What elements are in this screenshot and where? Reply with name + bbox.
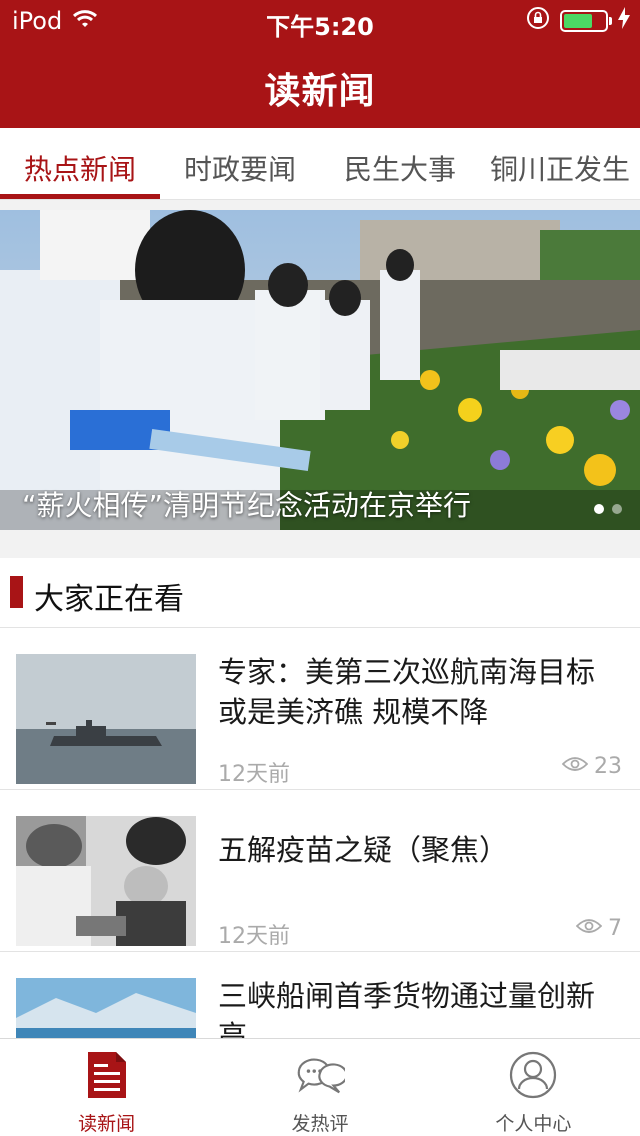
tab-tongchuan[interactable]: 铜川正发生 — [480, 128, 640, 199]
document-icon — [82, 1051, 132, 1099]
news-title: 三峡船闸首季货物通过量创新高 — [218, 979, 596, 1038]
carousel-dot — [594, 504, 604, 514]
app-header: iPod 下午5:20 读新闻 — [0, 0, 640, 128]
news-time: 12天前 — [218, 762, 290, 787]
news-thumbnail — [16, 978, 196, 1038]
banner-caption: “薪火相传”清明节纪念活动在京举行 — [22, 489, 472, 522]
rotation-lock-icon — [526, 6, 550, 36]
eye-icon — [561, 754, 589, 779]
section-header: 大家正在看 — [0, 558, 640, 628]
bottom-nav: 读新闻 发热评 个人中心 — [0, 1038, 640, 1136]
trending-section: 大家正在看 专家：美第三次巡航南海目标或是美济礁 规模不降 12天前 23 五解… — [0, 558, 640, 1038]
news-thumbnail — [16, 654, 196, 784]
nav-read-news[interactable]: 读新闻 — [0, 1039, 213, 1136]
battery-icon — [560, 10, 612, 32]
status-bar: iPod 下午5:20 — [0, 0, 640, 41]
news-thumbnail — [16, 816, 196, 946]
banner-image — [0, 210, 640, 530]
featured-banner[interactable]: “薪火相传”清明节纪念活动在京举行 — [0, 210, 640, 530]
category-tabs: 热点新闻 时政要闻 民生大事 铜川正发生 — [0, 128, 640, 200]
news-time: 12天前 — [218, 924, 290, 949]
section-title: 大家正在看 — [34, 582, 184, 617]
page-title: 读新闻 — [264, 71, 376, 112]
charging-bolt-icon — [618, 7, 630, 35]
user-profile-icon — [508, 1051, 558, 1099]
nav-label: 发热评 — [291, 1113, 349, 1135]
view-count: 23 — [594, 754, 622, 779]
nav-label: 读新闻 — [78, 1113, 136, 1135]
news-views: 23 — [561, 754, 622, 779]
nav-label: 个人中心 — [495, 1113, 572, 1135]
news-item[interactable]: 五解疫苗之疑（聚焦） 12天前 7 — [0, 790, 640, 952]
tab-hot-news[interactable]: 热点新闻 — [0, 128, 160, 199]
chat-bubbles-icon — [295, 1051, 345, 1099]
news-item[interactable]: 专家：美第三次巡航南海目标或是美济礁 规模不降 12天前 23 — [0, 628, 640, 790]
nav-comments[interactable]: 发热评 — [213, 1039, 426, 1136]
news-title: 五解疫苗之疑（聚焦） — [218, 833, 509, 867]
news-views: 7 — [575, 916, 622, 941]
tab-politics[interactable]: 时政要闻 — [160, 128, 320, 199]
nav-profile[interactable]: 个人中心 — [427, 1039, 640, 1136]
news-title: 专家：美第三次巡航南海目标或是美济礁 规模不降 — [218, 655, 596, 729]
carousel-dot — [612, 504, 622, 514]
news-item[interactable]: 三峡船闸首季货物通过量创新高 — [0, 952, 640, 1038]
tab-livelihood[interactable]: 民生大事 — [320, 128, 480, 199]
carousel-indicator — [594, 504, 622, 514]
section-accent-bar — [10, 576, 23, 608]
view-count: 7 — [608, 916, 622, 941]
eye-icon — [575, 916, 603, 941]
